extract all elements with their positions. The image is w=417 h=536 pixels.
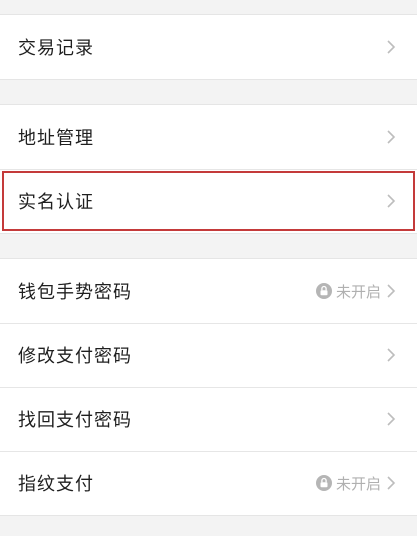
- lock-icon: [315, 475, 332, 491]
- chevron-right-icon: [387, 348, 396, 362]
- row-transaction-records[interactable]: 交易记录: [0, 15, 417, 79]
- row-address-management[interactable]: 地址管理: [0, 105, 417, 169]
- row-label: 找回支付密码: [18, 410, 132, 431]
- chevron-right-icon: [387, 40, 396, 54]
- row-label: 指纹支付: [18, 474, 94, 495]
- row-wallet-gesture-password[interactable]: 钱包手势密码 未开启: [0, 259, 417, 323]
- status-text: 未开启: [335, 282, 381, 301]
- row-change-payment-password[interactable]: 修改支付密码: [0, 323, 417, 387]
- settings-group-identity: 地址管理 实名认证: [0, 104, 417, 234]
- chevron-right-icon: [387, 194, 396, 208]
- top-spacer: [0, 0, 417, 14]
- section-spacer: [0, 234, 417, 258]
- row-label: 交易记录: [18, 38, 94, 59]
- section-spacer: [0, 80, 417, 104]
- status-indicator: 未开启: [315, 473, 381, 494]
- status-text: 未开启: [335, 474, 381, 493]
- row-label: 实名认证: [18, 192, 94, 213]
- settings-group-transactions: 交易记录: [0, 14, 417, 80]
- chevron-right-icon: [387, 284, 396, 298]
- row-label: 地址管理: [18, 128, 94, 149]
- row-label: 钱包手势密码: [18, 282, 132, 303]
- chevron-right-icon: [387, 130, 396, 144]
- row-fingerprint-payment[interactable]: 指纹支付 未开启: [0, 451, 417, 515]
- row-real-name-verification[interactable]: 实名认证: [0, 169, 417, 233]
- row-recover-payment-password[interactable]: 找回支付密码: [0, 387, 417, 451]
- settings-group-security: 钱包手势密码 未开启 修改支付密码 找回支付密码 指纹支付 未开启: [0, 258, 417, 516]
- chevron-right-icon: [387, 412, 396, 426]
- row-label: 修改支付密码: [18, 346, 132, 367]
- status-indicator: 未开启: [315, 281, 381, 302]
- lock-icon: [315, 283, 332, 299]
- chevron-right-icon: [387, 476, 396, 490]
